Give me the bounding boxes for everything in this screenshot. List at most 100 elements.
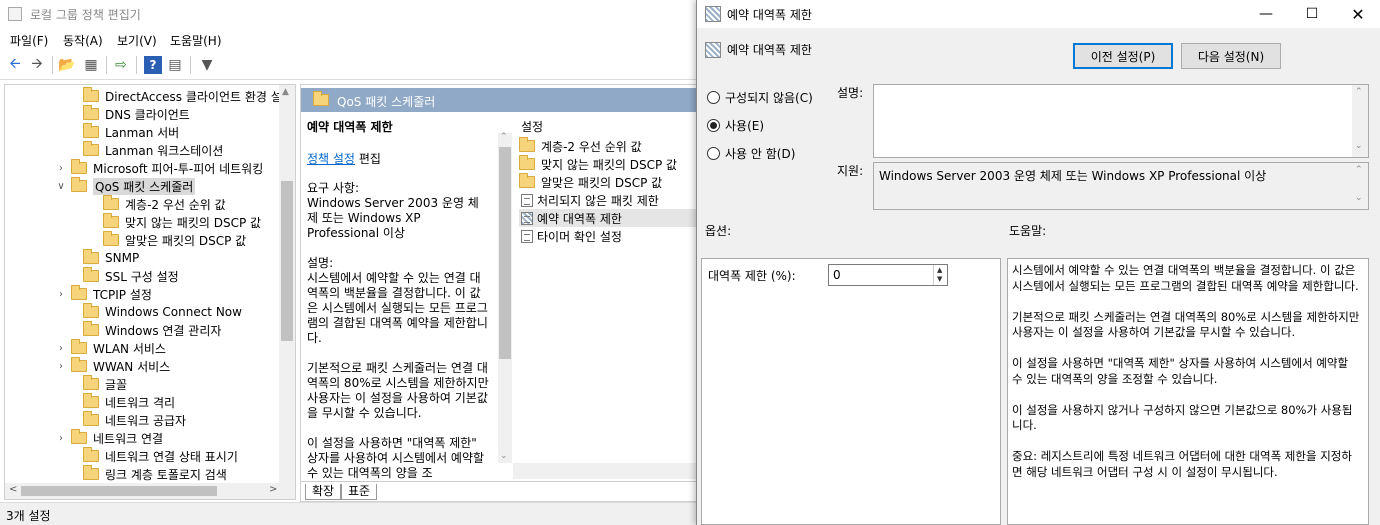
tree-node-label: 네트워크 격리 [105, 395, 176, 410]
dialog-title-bar: 예약 대역폭 제한 — ☐ ✕ [697, 0, 1380, 28]
tree-node[interactable]: Lanman 서버 [67, 123, 179, 141]
settings-list-item[interactable]: 맞지 않는 패킷의 DSCP 값 [519, 155, 677, 173]
scroll-up-icon[interactable]: ⌃ [1355, 165, 1363, 175]
up-folder-icon[interactable]: 📂 [58, 56, 76, 74]
bandwidth-spinbox[interactable]: 0 ▲ ▼ [828, 264, 948, 286]
tree-node[interactable]: 계층-2 우선 순위 값 [87, 195, 226, 213]
settings-list-item[interactable]: 처리되지 않은 패킷 제한 [519, 191, 659, 209]
tree-scroll-thumb[interactable] [281, 181, 293, 341]
settings-list-item[interactable]: 계층-2 우선 순위 값 [519, 137, 642, 155]
description-scroll-thumb[interactable] [499, 147, 511, 359]
comment-scrollbar[interactable]: ⌃ ⌄ [1352, 85, 1368, 157]
tree-vertical-scrollbar[interactable]: ▲ [279, 85, 295, 483]
tree-node[interactable]: ∨ QoS 패킷 스케줄러 [55, 177, 196, 195]
show-hide-tree-icon[interactable]: ▦ [82, 56, 100, 74]
scroll-up-icon[interactable]: ▲ [282, 87, 289, 97]
radio-circle[interactable] [707, 118, 720, 132]
tree-node[interactable]: › TCPIP 설정 [55, 285, 152, 303]
navigation-tree[interactable]: DirectAccess 클라이언트 환경 설 DNS 클라이언트 Lanman 서… [4, 84, 296, 500]
menu-bar: 파일(F) 동작(A) 보기(V) 도움말(H) [0, 28, 700, 50]
forward-arrow-icon[interactable]: 🡪 [28, 56, 46, 74]
folder-icon [71, 159, 87, 174]
tree-node[interactable]: 네트워크 격리 [67, 393, 175, 411]
tree-node[interactable]: 링크 계층 토폴로지 검색 [67, 465, 227, 483]
help-label: 도움말: [1009, 224, 1047, 238]
folder-icon [71, 177, 87, 192]
settings-list: 설정 계층-2 우선 순위 값 맞지 않는 패킷의 DSCP 값 알맞은 패킷의 D… [513, 113, 701, 479]
supported-scrollbar[interactable]: ⌃ ⌄ [1352, 163, 1368, 209]
scroll-up-icon[interactable]: ⌃ [500, 132, 508, 142]
menu-file[interactable]: 파일(F) [10, 32, 48, 49]
chevron-right-icon[interactable]: › [55, 361, 67, 372]
radio-enabled[interactable]: 사용(E) [707, 116, 764, 134]
settings-list-item[interactable]: 알맞은 패킷의 DSCP 값 [519, 173, 662, 191]
tree-node[interactable]: 네트워크 연결 상태 표시기 [67, 447, 238, 465]
spin-up-icon[interactable]: ▲ [937, 266, 942, 274]
spin-down-icon[interactable]: ▼ [937, 275, 942, 283]
scroll-down-icon[interactable]: ⌄ [500, 451, 508, 461]
tree-node[interactable]: DNS 클라이언트 [67, 105, 190, 123]
tree-node[interactable]: DirectAccess 클라이언트 환경 설 [67, 87, 282, 105]
menu-view[interactable]: 보기(V) [117, 32, 157, 49]
tree-horizontal-scrollbar[interactable]: < > [5, 483, 295, 499]
radio-circle[interactable] [707, 146, 720, 160]
tree-node[interactable]: › Microsoft 피어-투-피어 네트워킹 [55, 159, 263, 177]
tree-node[interactable]: 글꼴 [67, 375, 127, 393]
tab-extended[interactable]: 확장 [305, 484, 342, 500]
help-icon[interactable]: ? [144, 56, 162, 74]
close-icon[interactable]: ✕ [1335, 0, 1380, 28]
tree-node[interactable]: 네트워크 공급자 [67, 411, 186, 429]
chevron-right-icon[interactable]: › [55, 343, 67, 354]
filter-icon[interactable]: ▼ [198, 56, 216, 74]
tree-node[interactable]: › WLAN 서비스 [55, 339, 166, 357]
next-setting-button[interactable]: 다음 설정(N) [1181, 43, 1281, 69]
scroll-left-icon[interactable]: < [9, 484, 17, 495]
menu-help[interactable]: 도움말(H) [170, 32, 222, 49]
tree-node[interactable]: Windows 연결 관리자 [67, 321, 221, 339]
tree-node[interactable]: Lanman 워크스테이션 [67, 141, 223, 159]
properties-icon[interactable]: ▤ [166, 56, 184, 74]
status-bar: 3개 설정 [0, 502, 700, 525]
tree-node[interactable]: Windows Connect Now [67, 303, 242, 321]
tree-node[interactable]: SNMP [67, 249, 139, 267]
scroll-down-icon[interactable]: ⌄ [1355, 193, 1363, 203]
scroll-right-icon[interactable]: > [269, 484, 277, 495]
settings-list-item[interactable]: 예약 대역폭 제한 [519, 209, 699, 227]
comment-textarea[interactable]: ⌃ ⌄ [873, 84, 1369, 158]
maximize-icon[interactable]: ☐ [1289, 0, 1335, 28]
chevron-down-icon[interactable]: ∨ [55, 181, 67, 192]
tab-standard[interactable]: 표준 [341, 484, 378, 500]
list-horizontal-scrollbar[interactable] [513, 463, 699, 479]
tree-node-label: QoS 패킷 스케줄러 [93, 177, 196, 195]
chevron-right-icon[interactable]: › [55, 163, 67, 174]
tree-node[interactable]: 맞지 않는 패킷의 DSCP 값 [87, 213, 261, 231]
minimize-icon[interactable]: — [1243, 0, 1289, 28]
settings-column-header[interactable]: 설정 [521, 118, 543, 135]
back-arrow-icon[interactable]: 🡨 [6, 56, 24, 74]
chevron-right-icon[interactable]: › [55, 289, 67, 300]
settings-list-item[interactable]: 타이머 확인 설정 [519, 227, 622, 245]
export-list-icon[interactable]: ⇨ [112, 56, 130, 74]
tree-node[interactable]: SSL 구성 설정 [67, 267, 179, 285]
radio-disabled[interactable]: 사용 안 함(D) [707, 144, 795, 162]
tree-hscroll-thumb[interactable] [21, 486, 217, 496]
tree-node[interactable]: › WWAN 서비스 [55, 357, 170, 375]
options-panel: 대역폭 제한 (%): 0 ▲ ▼ [701, 258, 1001, 525]
radio-circle[interactable] [707, 90, 720, 104]
tree-node[interactable]: › 네트워크 연결 [55, 429, 163, 447]
scroll-down-icon[interactable]: ⌄ [1355, 141, 1363, 151]
radio-not-configured[interactable]: 구성되지 않음(C) [707, 88, 813, 106]
menu-action[interactable]: 동작(A) [63, 32, 103, 49]
previous-setting-button[interactable]: 이전 설정(P) [1073, 43, 1173, 69]
bandwidth-value[interactable]: 0 [833, 268, 841, 282]
spin-buttons[interactable]: ▲ ▼ [933, 265, 947, 285]
settings-list-label: 예약 대역폭 제한 [537, 211, 622, 226]
tree-node-label: 네트워크 연결 [93, 431, 164, 446]
tree-node[interactable]: 알맞은 패킷의 DSCP 값 [87, 231, 246, 249]
chevron-right-icon[interactable]: › [55, 433, 67, 444]
toolbar-separator [106, 56, 107, 74]
policy-settings-link[interactable]: 정책 설정 [307, 152, 355, 166]
description-scrollbar[interactable]: ⌃ ⌄ [498, 132, 512, 463]
scroll-up-icon[interactable]: ⌃ [1355, 87, 1363, 97]
folder-icon [83, 123, 99, 138]
